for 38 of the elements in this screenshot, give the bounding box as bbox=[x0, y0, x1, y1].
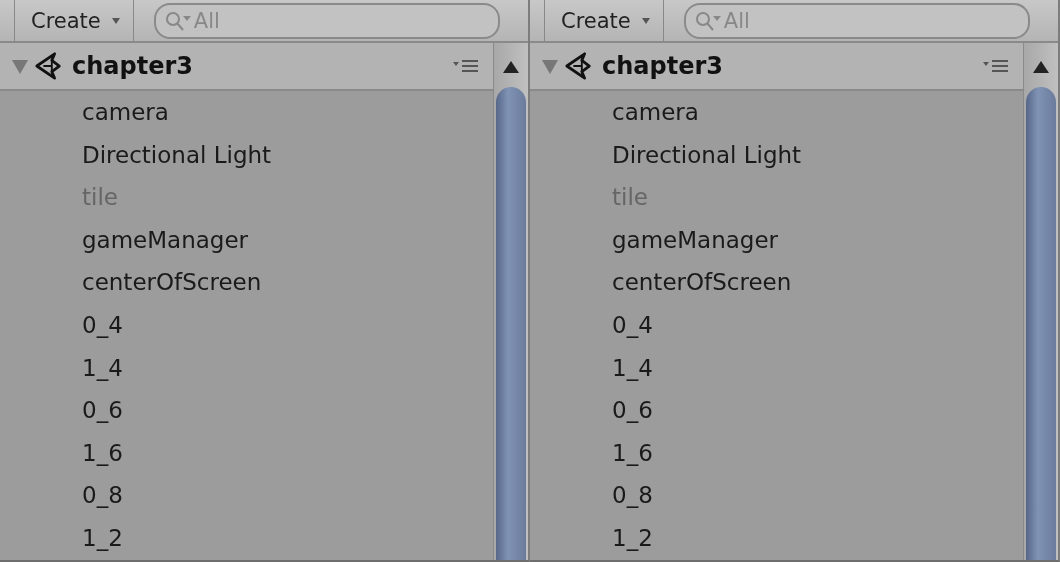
hierarchy-item[interactable]: Directional Light bbox=[530, 133, 1023, 177]
hierarchy-item[interactable]: gameManager bbox=[0, 218, 493, 262]
scrollbar-thumb[interactable] bbox=[496, 87, 526, 560]
hierarchy-item[interactable]: 1_6 bbox=[530, 431, 1023, 475]
hierarchy-item[interactable]: 1_2 bbox=[530, 516, 1023, 560]
create-button[interactable]: Create bbox=[14, 0, 134, 42]
create-button[interactable]: Create bbox=[544, 0, 664, 42]
hierarchy-item[interactable]: 0_8 bbox=[0, 474, 493, 517]
caret-icon bbox=[640, 17, 651, 24]
hierarchy-item[interactable]: 1_6 bbox=[0, 431, 493, 475]
hierarchy-item[interactable]: 0_8 bbox=[530, 474, 1023, 517]
cube-logo-icon bbox=[564, 51, 594, 81]
scrollbar-thumb[interactable] bbox=[1026, 87, 1056, 560]
hierarchy-item[interactable]: centerOfScreen bbox=[0, 261, 493, 304]
scroll-up-arrow-icon[interactable] bbox=[503, 61, 519, 73]
hierarchy-item[interactable]: 0_4 bbox=[0, 303, 493, 347]
menu-icon[interactable] bbox=[983, 58, 1009, 74]
hierarchy-item[interactable]: 0_6 bbox=[530, 389, 1023, 432]
hierarchy-item[interactable]: 0_6 bbox=[0, 389, 493, 432]
menu-icon[interactable] bbox=[453, 58, 479, 74]
scene-name[interactable]: chapter3 bbox=[72, 52, 453, 80]
hierarchy-item[interactable]: 1_4 bbox=[530, 346, 1023, 390]
hierarchy-item[interactable]: 1_2 bbox=[0, 516, 493, 560]
hierarchy-item[interactable]: Directional Light bbox=[0, 133, 493, 177]
cube-logo-icon bbox=[34, 51, 64, 81]
caret-icon bbox=[110, 17, 121, 24]
scene-name[interactable]: chapter3 bbox=[602, 52, 983, 80]
search-icon bbox=[693, 9, 724, 32]
hierarchy-item[interactable]: 0_4 bbox=[530, 303, 1023, 347]
scrollbar[interactable] bbox=[1023, 43, 1058, 560]
hierarchy-item[interactable]: gameManager bbox=[530, 218, 1023, 262]
hierarchy-item[interactable]: 1_4 bbox=[0, 346, 493, 390]
search-icon bbox=[163, 9, 194, 32]
hierarchy-item[interactable]: camera bbox=[0, 91, 493, 134]
hierarchy-item[interactable]: centerOfScreen bbox=[530, 261, 1023, 304]
hierarchy-item[interactable]: camera bbox=[530, 91, 1023, 134]
scroll-up-arrow-icon[interactable] bbox=[1033, 61, 1049, 73]
scrollbar[interactable] bbox=[493, 43, 528, 560]
